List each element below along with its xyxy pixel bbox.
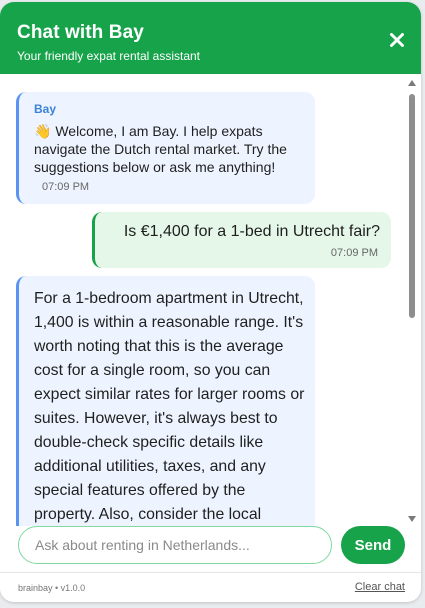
message-body: Welcome, I am Bay. I help expats navigat…	[34, 123, 287, 175]
close-icon	[390, 33, 404, 47]
scroll-up-arrow-icon[interactable]	[408, 80, 416, 86]
user-message: Is €1,400 for a 1-bed in Utrecht fair? 0…	[92, 212, 391, 268]
chat-subtitle: Your friendly expat rental assistant	[17, 49, 200, 63]
message-text: 👋 Welcome, I am Bay. I help expats navig…	[34, 122, 304, 176]
scroll-down-arrow-icon[interactable]	[408, 516, 416, 522]
message-scrollbar[interactable]	[407, 78, 417, 524]
message-input[interactable]	[18, 526, 332, 564]
chat-widget: Chat with Bay Your friendly expat rental…	[0, 2, 421, 602]
version-label: brainbay • v1.0.0	[18, 583, 86, 593]
chat-title: Chat with Bay	[17, 22, 144, 43]
message-text: For a 1-bedroom apartment in Utrecht, 1,…	[34, 290, 305, 523]
message-time: 07:09 PM	[42, 181, 90, 193]
bot-message: Bay 👋 Welcome, I am Bay. I help expats n…	[16, 92, 315, 204]
message-time: 07:09 PM	[330, 247, 378, 259]
clear-chat-link[interactable]: Clear chat	[355, 581, 405, 593]
bot-message: For a 1-bedroom apartment in Utrecht, 1,…	[16, 276, 315, 526]
message-list: Bay 👋 Welcome, I am Bay. I help expats n…	[0, 74, 405, 526]
wave-emoji-icon: 👋	[34, 123, 52, 139]
scroll-thumb[interactable]	[409, 94, 415, 318]
message-text: Is €1,400 for a 1-bed in Utrecht fair?	[123, 223, 380, 240]
close-button[interactable]	[387, 30, 407, 50]
send-button[interactable]: Send	[341, 526, 405, 564]
composer: Send	[0, 526, 421, 572]
chat-header: Chat with Bay Your friendly expat rental…	[0, 2, 421, 74]
chat-footer: brainbay • v1.0.0 Clear chat	[0, 572, 421, 602]
message-sender: Bay	[34, 102, 57, 116]
